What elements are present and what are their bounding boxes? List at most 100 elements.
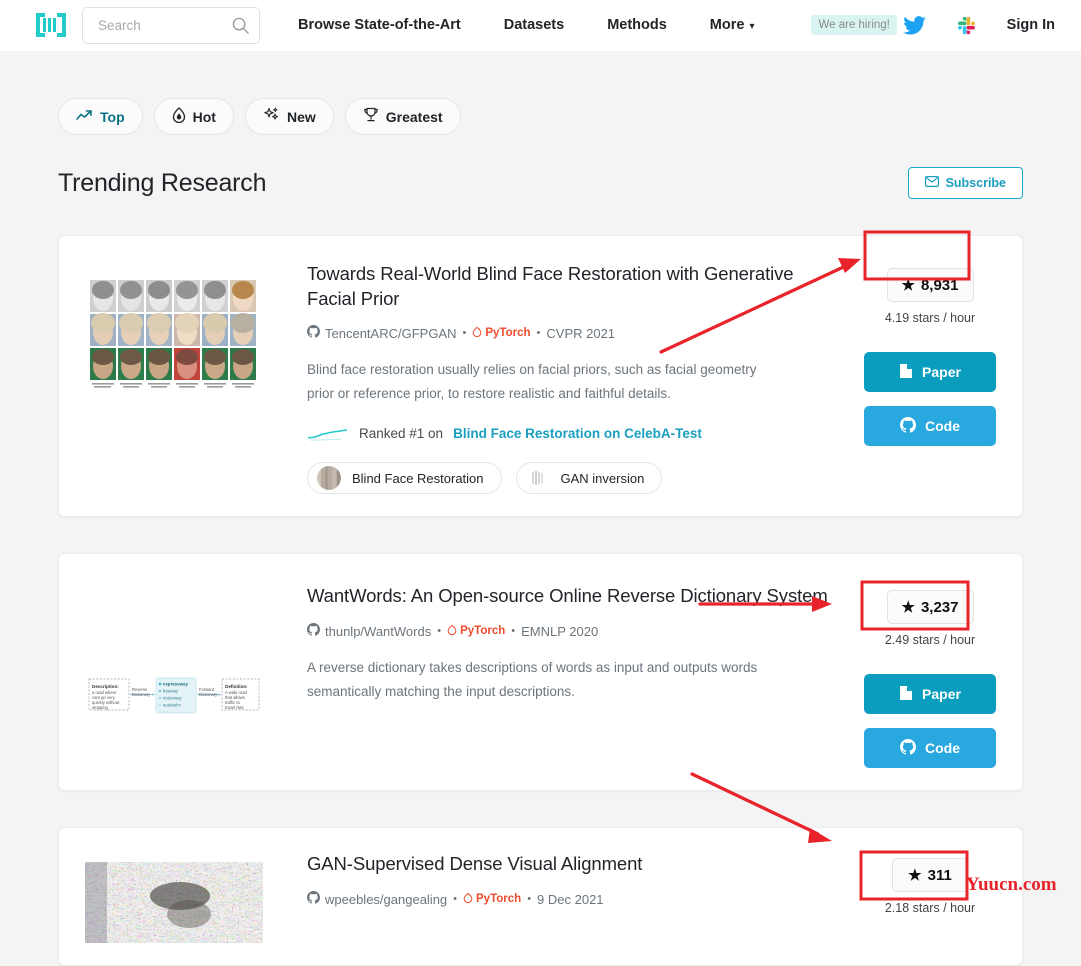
repo-link[interactable]: thunlp/WantWords	[307, 623, 431, 639]
subscribe-label: Subscribe	[945, 176, 1006, 190]
paper-meta: TencentARC/GFPGAN • PyTorch • CVPR 2021	[307, 325, 842, 341]
meta-separator: •	[453, 893, 458, 906]
filter-tab-new[interactable]: New	[244, 98, 334, 135]
stars-count: 8,931	[920, 276, 959, 294]
ranked-benchmark-link[interactable]: Blind Face Restoration on CelebA-Test	[453, 426, 702, 441]
github-icon	[900, 738, 917, 758]
framework-label: PyTorch	[476, 893, 522, 906]
chevron-down-icon: ▾	[749, 20, 755, 32]
github-stars-button[interactable]: ★ 3,237	[886, 590, 974, 625]
page-title: Trending Research	[58, 168, 267, 197]
svg-text:freeway: freeway	[163, 689, 179, 694]
filter-tab-top[interactable]: Top	[58, 98, 143, 135]
paper-actions: ★ 8,931 4.19 stars / hour Paper Code	[864, 262, 996, 494]
paper-title[interactable]: WantWords: An Open-source Online Reverse…	[307, 584, 842, 609]
subscribe-button[interactable]: Subscribe	[907, 167, 1023, 199]
star-icon: ★	[901, 599, 915, 617]
paperswithcode-logo-icon[interactable]	[36, 12, 66, 38]
code-button-label: Code	[925, 418, 960, 434]
framework-badge[interactable]: PyTorch	[447, 624, 505, 638]
nav-link-datasets[interactable]: Datasets	[504, 17, 564, 33]
hiring-badge[interactable]: We are hiring!	[811, 15, 897, 35]
content-container: Top Hot New Greatest Trending Research S…	[30, 51, 1051, 966]
filter-tab-label: Greatest	[385, 108, 443, 125]
paper-card[interactable]: Towards Real-World Blind Face Restoratio…	[58, 235, 1023, 518]
stars-rate: 4.19 stars / hour	[884, 311, 976, 325]
meta-separator: •	[462, 327, 467, 340]
venue-label: 9 Dec 2021	[537, 891, 604, 907]
side-action-buttons: Paper Code	[864, 352, 996, 446]
ranked-prefix: Ranked #1 on	[359, 426, 444, 442]
paper-title[interactable]: GAN-Supervised Dense Visual Alignment	[307, 852, 842, 877]
nav-link-browse-sota[interactable]: Browse State-of-the-Art	[298, 17, 461, 33]
paper-card[interactable]: GAN-Supervised Dense Visual Alignment wp…	[58, 827, 1023, 966]
search-icon[interactable]	[231, 16, 250, 35]
task-tag-gan-inversion[interactable]: GAN inversion	[515, 462, 663, 495]
paper-info: Towards Real-World Blind Face Restoratio…	[307, 262, 864, 495]
paper-button[interactable]: Paper	[864, 674, 996, 715]
twitter-icon[interactable]	[902, 15, 926, 35]
task-tag-label: GAN inversion	[560, 470, 645, 486]
svg-text:Dictionary: Dictionary	[199, 692, 218, 697]
filter-tab-label: Hot	[192, 108, 216, 125]
paper-card[interactable]: Description: a road where cars go very q…	[58, 553, 1023, 792]
flame-icon	[172, 107, 186, 126]
meta-separator: •	[536, 327, 541, 340]
repo-link[interactable]: wpeebles/gangealing	[307, 891, 447, 907]
pytorch-icon	[447, 624, 457, 638]
svg-text:travel fast.: travel fast.	[225, 705, 244, 710]
framework-badge[interactable]: PyTorch	[463, 892, 521, 906]
stars-block: ★ 8,931 4.19 stars / hour	[864, 268, 996, 325]
svg-text:expressway: expressway	[163, 682, 188, 687]
search-input[interactable]	[96, 16, 231, 34]
filter-tab-greatest[interactable]: Greatest	[344, 98, 461, 135]
repo-name: wpeebles/gangealing	[325, 891, 448, 907]
github-stars-button[interactable]: ★ 311	[892, 858, 968, 893]
task-tag-label: Blind Face Restoration	[352, 470, 484, 486]
repo-name: thunlp/WantWords	[325, 623, 432, 639]
document-icon	[899, 363, 913, 382]
nav-link-label: Methods	[607, 17, 667, 33]
code-button-label: Code	[925, 740, 960, 757]
github-stars-button[interactable]: ★ 8,931	[886, 268, 974, 302]
code-button[interactable]: Code	[864, 406, 996, 446]
svg-text:Dictionary: Dictionary	[132, 692, 151, 697]
github-icon	[900, 416, 917, 436]
nav-link-label: More	[709, 17, 745, 33]
paper-thumbnail[interactable]: Description: a road where cars go very q…	[85, 584, 263, 768]
framework-label: PyTorch	[485, 327, 531, 340]
sign-in-link[interactable]: Sign In	[1007, 17, 1055, 33]
page-header-row: Trending Research Subscribe	[58, 167, 1023, 199]
nav-link-label: Browse State-of-the-Art	[298, 17, 461, 33]
svg-text:Description:: Description:	[92, 684, 119, 689]
task-tag-blind-face-restoration[interactable]: Blind Face Restoration	[307, 462, 502, 495]
task-thumbnail-icon	[317, 466, 341, 491]
venue-label: EMNLP 2020	[521, 623, 599, 639]
paper-abstract: A reverse dictionary takes descriptions …	[307, 660, 758, 699]
paper-title[interactable]: Towards Real-World Blind Face Restoratio…	[307, 262, 842, 311]
task-tags: Blind Face Restoration GAN inversion	[307, 462, 842, 495]
search-box[interactable]	[82, 6, 260, 44]
nav-link-methods[interactable]: Methods	[607, 17, 667, 33]
filter-tab-hot[interactable]: Hot	[153, 98, 234, 135]
star-icon: ★	[908, 867, 922, 885]
repo-link[interactable]: TencentARC/GFPGAN	[307, 325, 457, 341]
sort-filter-tabs: Top Hot New Greatest	[58, 51, 1023, 135]
github-icon	[307, 325, 321, 341]
document-icon	[899, 685, 913, 704]
venue-label: CVPR 2021	[546, 325, 616, 341]
paper-thumbnail[interactable]	[85, 852, 263, 944]
paper-info: WantWords: An Open-source Online Reverse…	[307, 584, 864, 768]
paper-button[interactable]: Paper	[864, 352, 996, 392]
stars-block: ★ 3,237 2.49 stars / hour	[864, 590, 996, 647]
framework-badge[interactable]: PyTorch	[472, 326, 531, 340]
slack-icon[interactable]	[956, 15, 977, 36]
trending-up-icon	[76, 109, 93, 125]
nav-link-more[interactable]: More ▾	[710, 17, 755, 33]
filter-tab-label: Top	[100, 108, 125, 125]
meta-separator: •	[437, 625, 442, 638]
paper-thumbnail[interactable]	[85, 262, 263, 494]
svg-text:autobahn: autobahn	[163, 703, 182, 708]
code-button[interactable]: Code	[864, 728, 996, 769]
pytorch-icon	[463, 892, 473, 906]
